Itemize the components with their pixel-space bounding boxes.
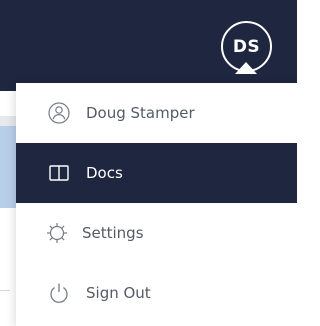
menu-item-settings[interactable]: Settings (16, 203, 297, 263)
user-icon (48, 102, 70, 124)
menu-item-label: Doug Stamper (86, 104, 195, 122)
background-divider (0, 290, 10, 291)
dropdown-caret (235, 62, 257, 74)
menu-item-sign-out[interactable]: Sign Out (16, 263, 297, 323)
menu-item-label: Docs (86, 164, 123, 182)
background-selected-row (0, 126, 16, 208)
app-screen: DS Doug Stamper Docs Settings Sign Out (0, 0, 297, 326)
menu-item-label: Sign Out (86, 284, 151, 302)
user-dropdown-menu: Doug Stamper Docs Settings Sign Out (16, 83, 297, 326)
top-navigation-bar: DS (0, 0, 297, 91)
menu-item-label: Settings (82, 224, 144, 242)
menu-item-profile[interactable]: Doug Stamper (16, 83, 297, 143)
power-icon (48, 282, 70, 304)
book-icon (48, 162, 70, 184)
menu-item-docs[interactable]: Docs (16, 143, 297, 203)
gear-icon (46, 222, 68, 244)
background-content-strip (0, 116, 16, 126)
